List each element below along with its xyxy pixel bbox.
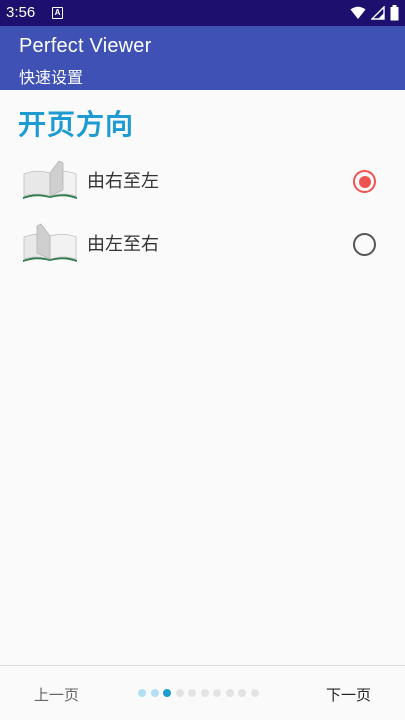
wifi-icon — [350, 6, 366, 19]
app-subtitle: 快速设置 — [19, 68, 84, 87]
app-title: Perfect Viewer — [19, 35, 152, 57]
option-right-to-left[interactable]: 由右至左 — [0, 154, 405, 210]
page-dot — [163, 689, 171, 697]
page-dot — [238, 689, 246, 697]
page-dot — [213, 689, 221, 697]
signal-icon — [371, 6, 385, 20]
status-bar: 3:56 A — [0, 0, 405, 26]
page-dot — [225, 689, 234, 697]
option-label: 由右至左 — [87, 171, 159, 192]
book-right-to-left-icon — [23, 160, 77, 199]
page-dot — [188, 689, 196, 697]
notification-a-icon: A — [52, 7, 63, 19]
option-label: 由左至右 — [87, 234, 159, 255]
book-left-to-right-icon — [23, 223, 77, 262]
page-dot — [175, 689, 184, 697]
status-time: 3:56 — [6, 4, 36, 21]
page-dot — [250, 689, 259, 697]
radio-left-to-right[interactable] — [353, 233, 376, 256]
page-dot — [200, 689, 209, 697]
page-indicator — [138, 689, 259, 697]
option-left-to-right[interactable]: 由左至右 — [0, 217, 405, 273]
status-icons — [350, 5, 399, 21]
footer-nav: 上一页 下一页 — [0, 665, 405, 720]
next-page-button[interactable]: 下一页 — [326, 684, 371, 705]
page-title: 开页方向 — [18, 108, 135, 141]
prev-page-button[interactable]: 上一页 — [34, 684, 79, 705]
battery-icon — [390, 5, 399, 21]
page-dot — [138, 689, 146, 697]
page-dot — [150, 689, 159, 697]
app-bar: Perfect Viewer 快速设置 — [0, 26, 405, 90]
radio-right-to-left[interactable] — [353, 170, 376, 193]
